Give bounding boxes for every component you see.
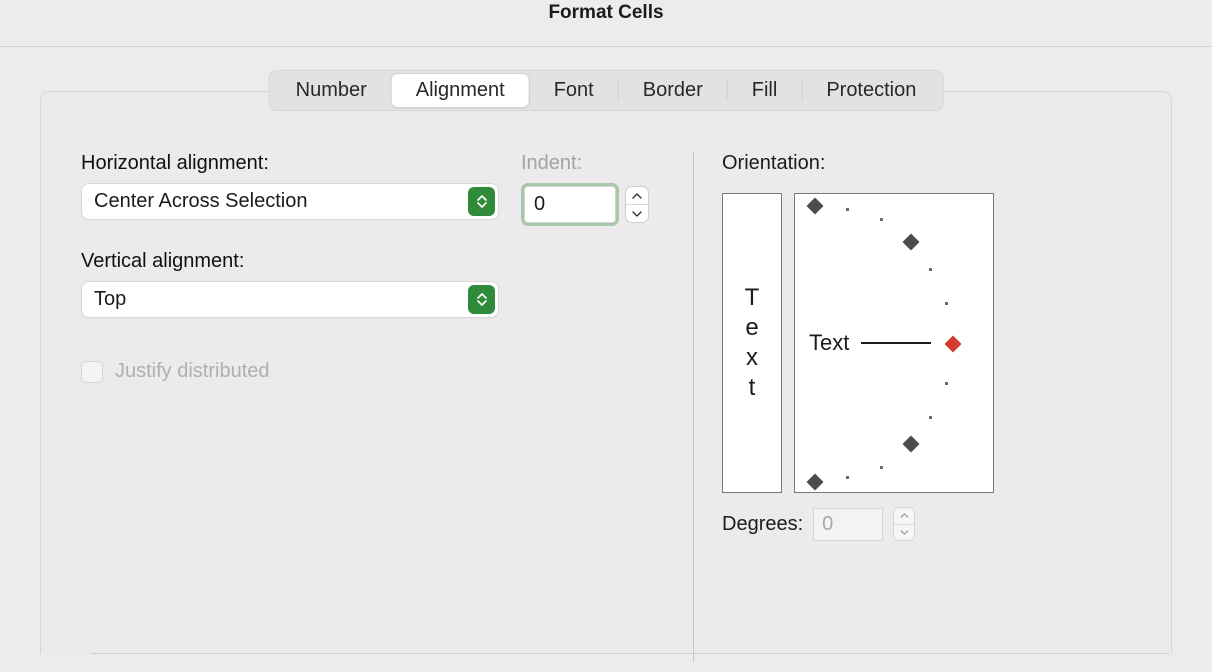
chevron-up-icon — [900, 513, 909, 518]
dial-tick-neg45-icon[interactable] — [903, 436, 920, 453]
tab-border[interactable]: Border — [619, 73, 727, 108]
content: Number Alignment Font Border Fill Protec… — [40, 70, 1172, 654]
indent-stepper[interactable] — [625, 186, 649, 223]
indent-label: Indent: — [521, 152, 649, 175]
degrees-input: 0 — [813, 508, 883, 541]
vertical-text-button[interactable]: T e x t — [722, 193, 782, 493]
tab-number[interactable]: Number — [272, 73, 391, 108]
dial-dot — [846, 208, 849, 211]
indent-input[interactable]: 0 — [521, 183, 619, 226]
dial-dot — [945, 382, 948, 385]
degrees-label: Degrees: — [722, 513, 803, 536]
justify-distributed-label: Justify distributed — [115, 360, 270, 383]
indent-step-down[interactable] — [626, 205, 648, 222]
dial-tick-45-icon[interactable] — [903, 234, 920, 251]
horizontal-alignment-value: Center Across Selection — [94, 190, 307, 213]
dial-tick-0-icon[interactable] — [945, 336, 962, 353]
degrees-value: 0 — [822, 513, 833, 536]
alignment-panel: Horizontal alignment: Center Across Sele… — [40, 91, 1172, 654]
justify-distributed-checkbox — [81, 361, 103, 383]
dial-dot — [880, 218, 883, 221]
indent-value: 0 — [534, 193, 545, 216]
vertical-alignment-value: Top — [94, 288, 126, 311]
window-title: Format Cells — [0, 0, 1212, 46]
right-column: Orientation: T e x t Text — [694, 152, 1131, 672]
tab-alignment[interactable]: Alignment — [391, 73, 530, 108]
horizontal-alignment-select[interactable]: Center Across Selection — [81, 183, 499, 220]
horizontal-alignment-label: Horizontal alignment: — [81, 152, 499, 175]
select-stepper-icon — [468, 187, 495, 216]
dial-needle — [861, 342, 931, 344]
dial-dot — [929, 268, 932, 271]
dial-tick-90-icon[interactable] — [807, 198, 824, 215]
tab-bar: Number Alignment Font Border Fill Protec… — [269, 70, 944, 111]
degrees-stepper — [893, 507, 915, 541]
dial-tick-neg90-icon[interactable] — [807, 474, 824, 491]
tab-fill[interactable]: Fill — [728, 73, 802, 108]
degrees-step-up — [894, 508, 914, 524]
vertical-text-sample: T e x t — [745, 285, 760, 401]
dial-dot — [929, 416, 932, 419]
vertical-alignment-select[interactable]: Top — [81, 281, 499, 318]
titlebar-separator — [0, 46, 1212, 47]
dial-sample-text: Text — [809, 330, 849, 356]
chevron-down-icon — [632, 211, 642, 217]
select-stepper-icon — [468, 285, 495, 314]
degrees-step-down — [894, 525, 914, 541]
orientation-dial[interactable]: Text — [794, 193, 994, 493]
vertical-alignment-label: Vertical alignment: — [81, 250, 653, 273]
dial-dot — [846, 476, 849, 479]
dial-dot — [945, 302, 948, 305]
tab-protection[interactable]: Protection — [802, 73, 940, 108]
left-column: Horizontal alignment: Center Across Sele… — [81, 152, 693, 672]
indent-step-up[interactable] — [626, 187, 648, 204]
chevron-up-icon — [632, 193, 642, 199]
orientation-label: Orientation: — [722, 152, 1131, 175]
tab-font[interactable]: Font — [530, 73, 618, 108]
chevron-down-icon — [900, 530, 909, 535]
format-cells-window: Format Cells Number Alignment Font Borde… — [0, 0, 1212, 654]
dial-dot — [880, 466, 883, 469]
